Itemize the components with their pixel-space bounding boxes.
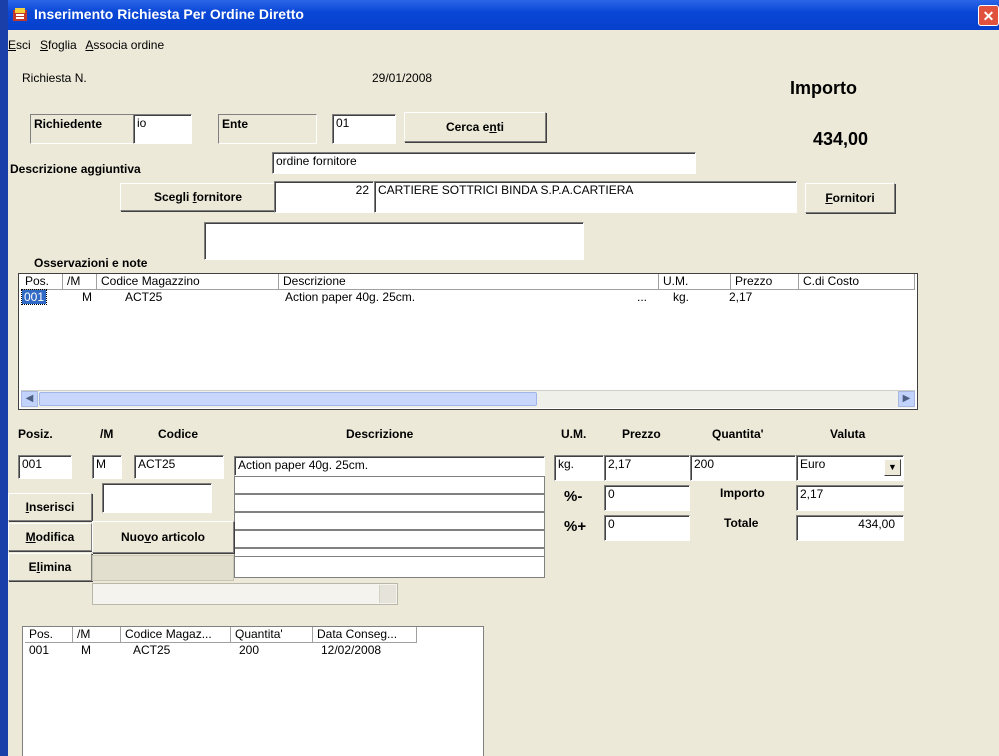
importo-total: 434,00 (813, 129, 869, 149)
totale-label: Totale (724, 516, 759, 530)
menu-esci[interactable]: Esci (8, 38, 31, 52)
col-m[interactable]: /M (63, 274, 97, 290)
scroll-left-button[interactable]: ◀ (21, 391, 38, 407)
importo-field[interactable]: 2,17 (796, 485, 904, 511)
main-window: Inserimento Richiesta Per Ordine Diretto… (8, 0, 999, 756)
sconto-label: %- (564, 488, 583, 505)
scroll-thumb[interactable] (39, 392, 537, 406)
um-label: U.M. (561, 427, 587, 441)
richiesta-label: Richiesta N. (22, 71, 87, 85)
elimina-button[interactable]: Elimina (8, 553, 92, 581)
prezzo-label: Prezzo (622, 427, 661, 441)
richiedente-label: Richiedente (30, 114, 134, 144)
cell-pos: 001 (29, 643, 50, 657)
ente-label: Ente (218, 114, 317, 144)
col-quantita[interactable]: Quantita' (231, 627, 313, 643)
cell-um: kg. (673, 290, 690, 304)
col-data-consegna[interactable]: Data Conseg... (313, 627, 417, 643)
col-descrizione[interactable]: Descrizione (279, 274, 659, 290)
cell-descrizione: Action paper 40g. 25cm. (285, 290, 416, 304)
descrizione-aggiuntiva-label: Descrizione aggiuntiva (10, 162, 141, 176)
cell-ellipsis: ... (637, 290, 648, 304)
posiz-label: Posiz. (18, 427, 53, 441)
cell-data: 12/02/2008 (321, 643, 382, 657)
app-icon (13, 8, 27, 21)
items-grid[interactable]: Pos. /M Codice Magazzino Descrizione U.M… (18, 273, 918, 410)
disabled-combo (92, 583, 398, 605)
descrizione-label: Descrizione (346, 427, 414, 441)
osservazioni-field[interactable] (204, 222, 584, 260)
valuta-select[interactable]: Euro ▼ (796, 455, 904, 481)
valuta-label: Valuta (830, 427, 866, 441)
quantita-label: Quantita' (712, 427, 764, 441)
m-field[interactable]: M (92, 455, 122, 479)
descrizione-line-2[interactable] (234, 476, 545, 494)
codice-extra-field[interactable] (102, 483, 212, 513)
descrizione-line-7[interactable] (234, 556, 545, 578)
maggiorazione-label: %+ (564, 518, 587, 535)
window-title: Inserimento Richiesta Per Ordine Diretto (34, 6, 304, 22)
sconto-field[interactable]: 0 (604, 485, 690, 511)
disabled-panel (92, 555, 234, 581)
descrizione-line-5[interactable] (234, 530, 545, 548)
descrizione-aggiuntiva-field[interactable]: ordine fornitore (272, 152, 696, 174)
osservazioni-label: Osservazioni e note (34, 256, 148, 270)
fornitore-code-field[interactable]: 22 (274, 181, 374, 213)
posiz-field[interactable]: 001 (18, 455, 72, 479)
fornitori-button[interactable]: Fornitori (805, 183, 895, 213)
um-field[interactable]: kg. (554, 455, 604, 481)
menu-sfoglia[interactable]: Sfoglia (40, 38, 77, 52)
codice-label: Codice (158, 427, 199, 441)
m-label: /M (100, 427, 114, 441)
col-costo[interactable]: C.di Costo (799, 274, 915, 290)
maggiorazione-field[interactable]: 0 (604, 515, 690, 541)
quantita-field[interactable]: 200 (690, 455, 796, 481)
descrizione-line-3[interactable] (234, 494, 545, 512)
col-pos[interactable]: Pos. (25, 627, 73, 643)
importo-title: Importo (790, 78, 857, 98)
inserisci-button[interactable]: Inserisci (8, 493, 92, 521)
close-button[interactable]: ✕ (978, 5, 999, 26)
col-codice-magazzino[interactable]: Codice Magaz... (121, 627, 231, 643)
title-bar[interactable]: Inserimento Richiesta Per Ordine Diretto… (8, 0, 999, 30)
close-icon: ✕ (982, 8, 995, 24)
col-codice-magazzino[interactable]: Codice Magazzino (97, 274, 279, 290)
spinner-icon (379, 585, 396, 603)
menu-bar: Esci Sfoglia Associa ordine (8, 38, 170, 56)
scegli-fornitore-button[interactable]: Scegli fornitore (120, 183, 276, 211)
chevron-right-icon: ▶ (902, 393, 911, 404)
col-m[interactable]: /M (73, 627, 121, 643)
importo-label: Importo (720, 486, 765, 500)
nuovo-articolo-button[interactable]: Nuovo articolo (92, 521, 234, 553)
modifica-button[interactable]: Modifica (8, 523, 92, 551)
menu-associa-ordine[interactable]: Associa ordine (85, 38, 164, 52)
cerca-enti-button[interactable]: Cerca enti (404, 112, 546, 142)
cell-codice: ACT25 (133, 643, 171, 657)
col-um[interactable]: U.M. (659, 274, 731, 290)
cell-prezzo: 2,17 (729, 290, 753, 304)
fornitore-name-field[interactable]: CARTIERE SOTTRICI BINDA S.P.A.CARTIERA (374, 181, 797, 213)
cell-m: M (82, 290, 92, 304)
request-date: 29/01/2008 (372, 71, 433, 85)
chevron-down-icon[interactable]: ▼ (884, 459, 901, 476)
cell-m: M (81, 643, 91, 657)
prezzo-field[interactable]: 2,17 (604, 455, 690, 481)
totale-field[interactable]: 434,00 (796, 515, 904, 541)
descrizione-field[interactable]: Action paper 40g. 25cm. (234, 456, 545, 476)
cell-pos: 001 (20, 289, 48, 305)
col-prezzo[interactable]: Prezzo (731, 274, 799, 290)
ente-field[interactable]: 01 (332, 114, 396, 144)
scroll-right-button[interactable]: ▶ (898, 391, 915, 407)
delivery-grid[interactable]: Pos. /M Codice Magaz... Quantita' Data C… (22, 626, 484, 756)
codice-field[interactable]: ACT25 (134, 455, 224, 479)
richiedente-field[interactable]: io (133, 114, 192, 144)
cell-quantita: 200 (239, 643, 260, 657)
cell-codice: ACT25 (125, 290, 163, 304)
valuta-selected: Euro (800, 457, 826, 471)
chevron-left-icon: ◀ (25, 393, 34, 404)
col-pos[interactable]: Pos. (21, 274, 63, 290)
descrizione-line-4[interactable] (234, 512, 545, 530)
horizontal-scrollbar[interactable]: ◀ ▶ (21, 390, 915, 408)
